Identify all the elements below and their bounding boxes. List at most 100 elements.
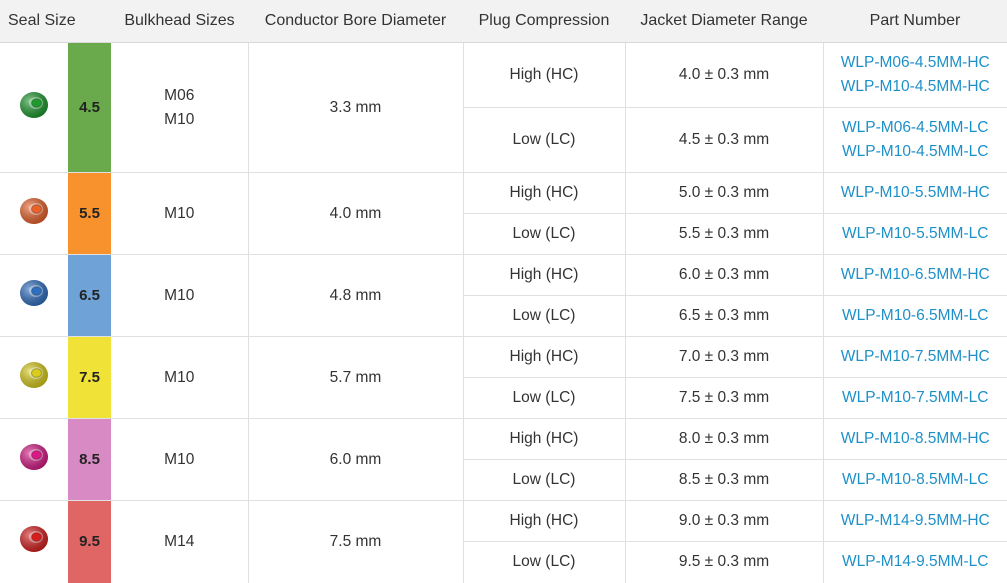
part-number-cell: WLP-M14-9.5MM-LC xyxy=(822,541,1007,583)
bulkhead-size: M14 xyxy=(164,532,195,550)
seal-size-swatch: 5.5 xyxy=(68,172,111,255)
plug-compression-cell: High (HC) xyxy=(462,172,625,214)
bulkhead-sizes-cell: M14 xyxy=(111,500,248,583)
bulkhead-size: M10 xyxy=(164,204,195,222)
plug-compression-header: Plug Compression xyxy=(463,0,625,43)
part-number-link[interactable]: WLP-M10-7.5MM-LC xyxy=(824,386,1007,410)
jacket-range-cell: 6.0 ± 0.3 mm xyxy=(624,254,823,296)
conductor-bore-cell: 4.0 mm xyxy=(247,172,463,255)
conductor-bore-cell: 4.8 mm xyxy=(247,254,463,337)
seal-size-swatch: 8.5 xyxy=(68,418,111,501)
part-number-link[interactable]: WLP-M10-6.5MM-LC xyxy=(824,304,1007,328)
part-number-link[interactable]: WLP-M10-8.5MM-HC xyxy=(824,427,1007,451)
part-number-cell: WLP-M14-9.5MM-HC xyxy=(822,500,1007,542)
jacket-range-cell: 5.0 ± 0.3 mm xyxy=(624,172,823,214)
seal-size-swatch: 6.5 xyxy=(68,254,111,337)
conductor-bore-cell: 3.3 mm xyxy=(247,42,463,173)
part-number-link[interactable]: WLP-M14-9.5MM-HC xyxy=(824,509,1007,533)
seal-icon-cell xyxy=(0,500,68,583)
plug-compression-cell: Low (LC) xyxy=(462,213,625,255)
jacket-range-cell: 6.5 ± 0.3 mm xyxy=(624,295,823,337)
bulkhead-sizes-header: Bulkhead Sizes xyxy=(111,0,248,43)
blue-seal-ring-icon xyxy=(18,276,50,316)
orange-seal-ring-icon xyxy=(18,194,50,234)
part-number-cell: WLP-M10-8.5MM-HC xyxy=(822,418,1007,460)
part-number-link[interactable]: WLP-M10-4.5MM-HC xyxy=(824,75,1007,99)
conductor-bore-cell: 7.5 mm xyxy=(247,500,463,583)
header-row: Seal Size Bulkhead Sizes Conductor Bore … xyxy=(0,0,1007,43)
jacket-range-cell: 5.5 ± 0.3 mm xyxy=(624,213,823,255)
part-number-link[interactable]: WLP-M10-8.5MM-LC xyxy=(824,468,1007,492)
part-number-link[interactable]: WLP-M10-5.5MM-HC xyxy=(824,181,1007,205)
table-row: 6.5 M10 4.8 mm High (HC) 6.0 ± 0.3 mm WLP-M10… xyxy=(0,254,1007,337)
seal-icon-cell xyxy=(0,336,68,419)
bulkhead-size: M06 xyxy=(164,86,195,104)
table-row: 9.5 M14 7.5 mm High (HC) 9.0 ± 0.3 mm WLP-M14… xyxy=(0,500,1007,583)
table-row: 8.5 M10 6.0 mm High (HC) 8.0 ± 0.3 mm WLP-M10… xyxy=(0,418,1007,501)
seal-icon-cell xyxy=(0,172,68,255)
table-body: 4.5 M06 M10 3.3 mm High (HC) 4.0 ± 0.3 mm WLP-… xyxy=(0,42,1007,583)
conductor-bore-cell: 6.0 mm xyxy=(247,418,463,501)
jacket-range-cell: 4.5 ± 0.3 mm xyxy=(624,107,823,173)
part-number-cell: WLP-M10-7.5MM-LC xyxy=(822,377,1007,419)
table-row: 5.5 M10 4.0 mm High (HC) 5.0 ± 0.3 mm WLP-M10… xyxy=(0,172,1007,255)
jacket-range-cell: 7.0 ± 0.3 mm xyxy=(624,336,823,378)
plug-compression-cell: Low (LC) xyxy=(462,459,625,501)
part-number-cell: WLP-M06-4.5MM-LC WLP-M10-4.5MM-LC xyxy=(822,107,1007,173)
bulkhead-size: M10 xyxy=(164,450,195,468)
jacket-range-header: Jacket Diameter Range xyxy=(625,0,823,43)
bulkhead-size: M10 xyxy=(164,110,195,128)
part-number-link[interactable]: WLP-M10-6.5MM-HC xyxy=(824,263,1007,287)
jacket-range-cell: 4.0 ± 0.3 mm xyxy=(624,42,823,108)
bulkhead-sizes-cell: M10 xyxy=(111,418,248,501)
green-seal-ring-icon xyxy=(18,88,50,128)
plug-compression-cell: Low (LC) xyxy=(462,107,625,173)
part-number-cell: WLP-M06-4.5MM-HC WLP-M10-4.5MM-HC xyxy=(822,42,1007,108)
bulkhead-size: M10 xyxy=(164,368,195,386)
part-number-link[interactable]: WLP-M10-7.5MM-HC xyxy=(824,345,1007,369)
part-number-link[interactable]: WLP-M10-4.5MM-LC xyxy=(824,140,1007,164)
part-number-cell: WLP-M10-8.5MM-LC xyxy=(822,459,1007,501)
part-number-link[interactable]: WLP-M10-5.5MM-LC xyxy=(824,222,1007,246)
plug-compression-cell: Low (LC) xyxy=(462,541,625,583)
plug-compression-cell: High (HC) xyxy=(462,418,625,460)
part-number-cell: WLP-M10-6.5MM-LC xyxy=(822,295,1007,337)
part-number-cell: WLP-M10-5.5MM-HC xyxy=(822,172,1007,214)
seal-icon-cell xyxy=(0,42,68,173)
jacket-range-cell: 8.0 ± 0.3 mm xyxy=(624,418,823,460)
seal-size-header: Seal Size xyxy=(0,0,111,43)
seal-size-swatch: 7.5 xyxy=(68,336,111,419)
pink-seal-ring-icon xyxy=(18,440,50,480)
table-row: 7.5 M10 5.7 mm High (HC) 7.0 ± 0.3 mm WLP-M10… xyxy=(0,336,1007,419)
part-number-link[interactable]: WLP-M06-4.5MM-HC xyxy=(824,51,1007,75)
jacket-range-cell: 8.5 ± 0.3 mm xyxy=(624,459,823,501)
part-number-link[interactable]: WLP-M06-4.5MM-LC xyxy=(824,116,1007,140)
jacket-range-cell: 7.5 ± 0.3 mm xyxy=(624,377,823,419)
conductor-bore-cell: 5.7 mm xyxy=(247,336,463,419)
part-number-cell: WLP-M10-7.5MM-HC xyxy=(822,336,1007,378)
seal-size-table: Seal Size Bulkhead Sizes Conductor Bore … xyxy=(0,0,1007,583)
seal-icon-cell xyxy=(0,418,68,501)
plug-compression-cell: High (HC) xyxy=(462,42,625,108)
bulkhead-sizes-cell: M10 xyxy=(111,336,248,419)
plug-compression-cell: Low (LC) xyxy=(462,377,625,419)
jacket-range-cell: 9.0 ± 0.3 mm xyxy=(624,500,823,542)
part-number-cell: WLP-M10-5.5MM-LC xyxy=(822,213,1007,255)
table-row: 4.5 M06 M10 3.3 mm High (HC) 4.0 ± 0.3 mm WLP-… xyxy=(0,42,1007,173)
seal-icon-cell xyxy=(0,254,68,337)
bulkhead-sizes-cell: M10 xyxy=(111,254,248,337)
seal-size-swatch: 4.5 xyxy=(68,42,111,173)
red-seal-ring-icon xyxy=(18,522,50,562)
yellow-seal-ring-icon xyxy=(18,358,50,398)
bulkhead-size: M10 xyxy=(164,286,195,304)
jacket-range-cell: 9.5 ± 0.3 mm xyxy=(624,541,823,583)
plug-compression-cell: High (HC) xyxy=(462,336,625,378)
conductor-bore-header: Conductor Bore Diameter xyxy=(248,0,463,43)
part-number-cell: WLP-M10-6.5MM-HC xyxy=(822,254,1007,296)
seal-size-swatch: 9.5 xyxy=(68,500,111,583)
plug-compression-cell: High (HC) xyxy=(462,500,625,542)
plug-compression-cell: High (HC) xyxy=(462,254,625,296)
bulkhead-sizes-cell: M10 xyxy=(111,172,248,255)
part-number-link[interactable]: WLP-M14-9.5MM-LC xyxy=(824,550,1007,574)
part-number-header: Part Number xyxy=(823,0,1007,43)
